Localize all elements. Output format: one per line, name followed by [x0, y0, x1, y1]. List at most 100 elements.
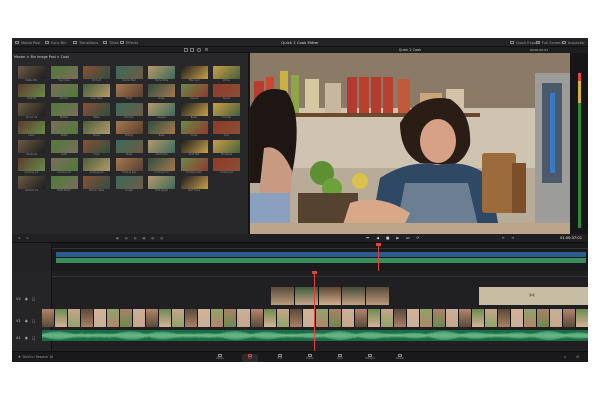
clip-thumbnail[interactable]: Couple [115, 176, 143, 192]
lower-playhead-handle[interactable] [312, 271, 317, 274]
track-v2-lock-icon[interactable]: ▢ [32, 297, 35, 301]
snap-icon[interactable]: ⇲ [26, 236, 29, 240]
clip-thumbnail[interactable]: Chef Talk [180, 139, 208, 156]
clip-thumbnail[interactable]: Veg Close [50, 66, 78, 82]
clip-thumbnail[interactable]: Basil [148, 121, 175, 137]
clip-thumbnail[interactable]: Kitchen Wide [83, 176, 110, 192]
clip-thumbnail[interactable]: Herbs [180, 121, 208, 137]
inspector-button[interactable]: Inspector [562, 40, 585, 45]
clip-thumbnail[interactable]: Cooking pan [115, 157, 143, 174]
clip-thumbnail[interactable]: Leaves [148, 102, 175, 119]
clip-thumbnail[interactable]: Lawn [18, 121, 45, 137]
smart-insert-icon[interactable]: ▣ [116, 236, 119, 240]
search-icon[interactable] [205, 48, 208, 52]
page-tab-color[interactable]: Color [332, 353, 348, 362]
clip-thumbnail[interactable]: Citrus [213, 66, 240, 82]
lower-playhead[interactable] [314, 271, 315, 351]
track-v1-lock-icon[interactable]: ▢ [32, 319, 35, 323]
track-v2-eye-icon[interactable]: ◉ [25, 297, 28, 301]
clip-thumbnail[interactable]: Orchard [83, 66, 110, 82]
append-icon[interactable]: ▤ [125, 236, 128, 240]
clip-thumbnail[interactable]: Fields [115, 84, 143, 100]
clip-thumbnail[interactable]: Bottles [50, 102, 78, 119]
clip-thumbnail[interactable]: Harvest [115, 102, 143, 119]
clip-thumbnail[interactable]: Outdoor 01 [18, 176, 45, 192]
clip-thumbnail[interactable]: Pasta Board [50, 176, 78, 192]
clip-thumbnail[interactable]: Dinner 01 [18, 102, 45, 119]
clip-thumbnail[interactable]: Sauce [213, 84, 240, 100]
clip-thumbnail[interactable]: Kitchen [50, 84, 78, 100]
clip-thumbnail[interactable]: Prep Table [83, 84, 110, 100]
clip-thumbnail[interactable]: Rows [148, 84, 175, 100]
page-tab-edit[interactable]: Edit [272, 353, 288, 362]
clip-thumbnail[interactable]: Stove [83, 121, 110, 137]
sort-icon[interactable] [197, 48, 201, 52]
clip-thumbnail[interactable]: Chop [83, 139, 110, 156]
clip-thumbnail[interactable]: Pasta [83, 102, 110, 119]
grid-view-icon[interactable] [184, 48, 188, 52]
mark-out-icon[interactable]: ⇥ [511, 236, 514, 240]
clip-thumbnail[interactable]: Garden Bed [115, 66, 143, 82]
clip-thumbnail[interactable]: Sink [213, 121, 240, 137]
v2-title-clip[interactable]: ⧓ [479, 287, 588, 305]
reverse-icon[interactable]: ◀ [376, 236, 379, 240]
play-icon[interactable]: ▶ [396, 236, 399, 240]
clip-thumbnail[interactable]: Chef Smile [148, 139, 175, 156]
v2-clip[interactable] [271, 287, 389, 305]
clip-thumbnail[interactable]: Plating [115, 121, 143, 137]
ripple-icon[interactable]: ▥ [134, 236, 137, 240]
lower-timeline[interactable]: V2 ◉ ▢ V1 ◉ ▢ A1 ◉ ▢ ⧓ [12, 271, 588, 351]
track-a1-lock-icon[interactable]: ▢ [32, 336, 35, 340]
zoom-icon[interactable]: ⊕ [18, 236, 21, 240]
viewer-image[interactable] [250, 53, 570, 234]
track-a1-mute-icon[interactable]: ◉ [25, 336, 28, 340]
clip-thumbnail[interactable]: Chef Close [180, 176, 208, 192]
clip-thumbnail-image [50, 102, 78, 116]
upper-playhead[interactable] [378, 243, 379, 271]
clip-thumbnail[interactable]: Counter [213, 102, 240, 119]
clip-thumbnail[interactable]: Cooking bowl [180, 157, 208, 174]
page-tab-fairlight[interactable]: Fairlight [362, 353, 378, 362]
clip-thumbnail[interactable]: Cooking set [50, 157, 78, 174]
clip-thumbnail[interactable]: Cooking oil [213, 157, 240, 174]
clip-thumbnail[interactable]: Greens [180, 84, 208, 100]
loop-icon[interactable]: ⟳ [416, 236, 419, 240]
page-tab-deliver[interactable]: Deliver [392, 353, 408, 362]
clip-thumbnail[interactable]: Skillet [50, 121, 78, 137]
upper-playhead-handle[interactable] [376, 243, 381, 246]
clip-thumbnail[interactable]: Glaze [115, 139, 143, 156]
clip-thumbnail[interactable]: Cooking rice [148, 157, 175, 174]
page-tab-fusion[interactable]: Fusion [302, 353, 318, 362]
v1-frame [367, 309, 380, 327]
stop-icon[interactable]: ■ [386, 236, 389, 240]
clip-thumbnail[interactable]: Cooking pot [83, 157, 110, 174]
page-tab-media[interactable]: Media [212, 353, 228, 362]
place-on-top-icon[interactable]: ▧ [151, 236, 154, 240]
source-overwrite-icon[interactable]: ▨ [160, 236, 163, 240]
clip-thumbnail[interactable]: Chef Laugh [148, 176, 175, 192]
go-to-end-icon[interactable]: ⏭ [406, 236, 409, 240]
clip-thumbnail[interactable]: Plates 001 [18, 66, 45, 82]
track-v1-eye-icon[interactable]: ◉ [25, 319, 28, 323]
home-icon[interactable]: ⌂ [564, 355, 566, 359]
mark-in-icon[interactable]: ⇤ [502, 236, 505, 240]
upper-timeline[interactable] [12, 243, 588, 271]
clip-thumbnail[interactable]: Beets [180, 102, 208, 119]
full-screen-button[interactable]: Full Screen [536, 40, 562, 45]
clip-thumbnail[interactable]: Ladle [50, 139, 78, 156]
clip-thumbnail[interactable]: Cooking cut [18, 157, 45, 174]
clip-thumbnail[interactable]: Tomatoes [213, 139, 240, 156]
v1-clips[interactable] [42, 309, 588, 327]
settings-icon[interactable]: ⚙ [576, 355, 579, 359]
clip-thumbnail[interactable]: Chef 01 [18, 84, 45, 100]
clip-thumbnail[interactable]: Hands 01 [18, 139, 45, 156]
clip-thumbnail[interactable]: Title Card [180, 66, 208, 82]
page-tab-cut[interactable]: Cut [242, 353, 258, 362]
quick-export-button[interactable]: Quick Export [510, 40, 539, 45]
a1-audio-clip[interactable] [41, 330, 588, 341]
go-to-start-icon[interactable]: ⏮ [366, 236, 369, 240]
page-tab-label: Media [216, 357, 224, 361]
clip-thumbnail[interactable]: Herbs Wide [148, 66, 175, 82]
close-up-icon[interactable]: ▦ [143, 236, 146, 240]
list-view-icon[interactable] [190, 48, 194, 52]
